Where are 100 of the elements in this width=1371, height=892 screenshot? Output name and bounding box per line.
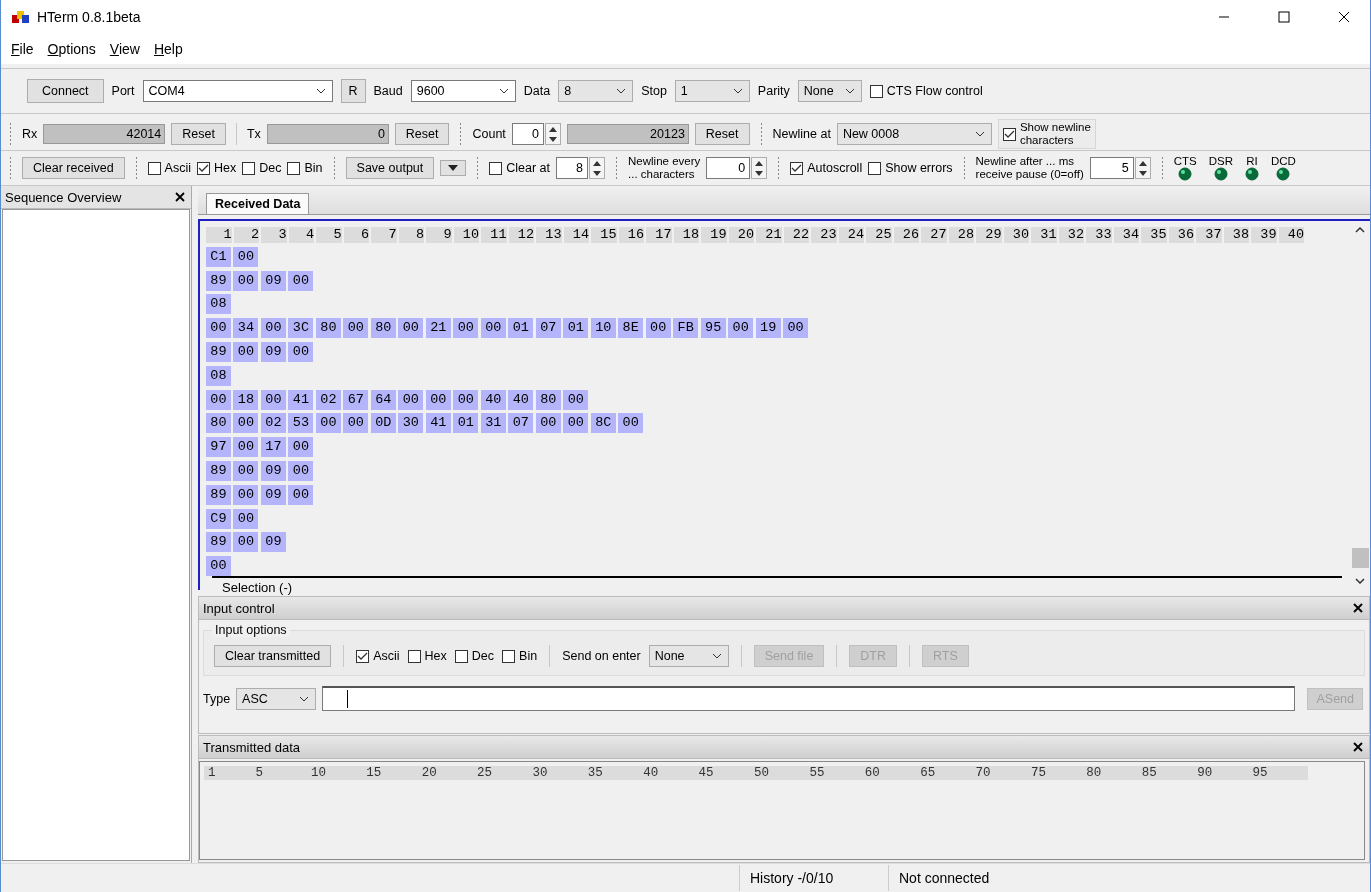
close-icon[interactable] — [175, 192, 185, 202]
reset-button[interactable]: Reset — [171, 123, 226, 145]
menu-item[interactable]: View — [109, 41, 140, 57]
checkmark-icon — [1003, 129, 1015, 139]
byte-cell: 10 — [590, 318, 616, 339]
count-field[interactable]: 0 — [511, 123, 544, 145]
chevron-down-icon — [299, 695, 310, 702]
toolbar-grip[interactable] — [9, 122, 12, 146]
close-icon[interactable] — [1338, 11, 1350, 23]
checkmark-icon — [791, 163, 803, 173]
show-newline-checkbox[interactable]: Show newline characters — [997, 119, 1096, 149]
close-icon[interactable] — [1353, 742, 1363, 752]
format-checkbox[interactable]: Hex — [407, 649, 447, 663]
spin-buttons[interactable] — [544, 123, 561, 145]
format-checkbox[interactable]: Bin — [287, 161, 323, 175]
byte-cell: 40 — [508, 389, 534, 410]
byte-cell: 89 — [206, 460, 231, 481]
received-data-tab[interactable]: Received Data — [206, 193, 310, 214]
rx-label: Rx — [22, 127, 38, 141]
column-number: 24 — [838, 227, 864, 243]
column-number: 19 — [701, 227, 727, 243]
newline-every-field[interactable]: 0 — [706, 157, 751, 179]
byte-cell: 80 — [370, 318, 396, 339]
menu-item[interactable]: Help — [153, 41, 183, 57]
menu-item[interactable]: Options — [47, 41, 96, 57]
toolbar-grip[interactable] — [476, 156, 480, 180]
byte-cell: 17 — [260, 437, 286, 458]
maximize-icon[interactable] — [1278, 11, 1290, 23]
spin-up-icon — [593, 160, 602, 166]
column-number: 15 — [591, 227, 617, 243]
clear-at-field[interactable]: 8 — [556, 157, 589, 179]
byte-cell: 00 — [398, 318, 424, 339]
toolbar-grip[interactable] — [134, 156, 138, 180]
port-dropdown[interactable]: COM4 — [142, 80, 333, 102]
reset-button[interactable]: Reset — [694, 123, 750, 145]
reset-button[interactable]: Reset — [394, 123, 450, 145]
send-input-field[interactable] — [322, 686, 1296, 711]
byte-cell: 67 — [343, 389, 369, 410]
scroll-up-icon — [1355, 227, 1365, 233]
send-on-enter-dropdown[interactable]: None — [648, 645, 729, 667]
format-checkbox[interactable]: Ascii — [147, 161, 191, 175]
format-checkbox[interactable]: Bin — [502, 649, 538, 663]
connect-button[interactable]: Connect — [27, 79, 104, 103]
autoscroll-checkbox[interactable]: Autoscroll — [790, 161, 863, 175]
column-number: 21 — [756, 227, 782, 243]
format-checkbox[interactable]: Hex — [197, 161, 237, 175]
scroll-thumb[interactable] — [1351, 548, 1369, 568]
type-dropdown[interactable]: ASC — [236, 687, 317, 710]
led-icon — [1213, 167, 1228, 181]
show-errors-checkbox[interactable]: Show errors — [868, 161, 953, 175]
toolbar-grip[interactable] — [777, 156, 781, 180]
menu-item[interactable]: File — [11, 41, 34, 57]
column-number: 25 — [866, 227, 892, 243]
byte-cell: 64 — [370, 389, 396, 410]
byte-cell: 00 — [398, 389, 424, 410]
newline-at-label: Newline at — [772, 127, 831, 141]
clear-received-button[interactable]: Clear received — [22, 157, 125, 179]
format-checkbox[interactable]: Dec — [454, 649, 495, 663]
newline-after-field[interactable]: 5 — [1089, 157, 1134, 179]
baud-dropdown[interactable]: 9600 — [410, 80, 516, 102]
byte-cell: FB — [673, 318, 699, 339]
toolbar-grip[interactable] — [962, 156, 966, 180]
format-checkbox[interactable]: Dec — [242, 161, 282, 175]
spin-buttons[interactable] — [1134, 157, 1151, 179]
spin-buttons[interactable] — [751, 157, 768, 179]
cts-flow-checkbox[interactable]: CTS Flow control — [869, 84, 983, 98]
panel-title: Sequence Overview — [5, 189, 122, 205]
toolbar-grip[interactable] — [615, 156, 619, 180]
parity-dropdown[interactable]: None — [797, 80, 862, 102]
byte-cell: 8E — [618, 318, 644, 339]
spin-up-icon — [755, 160, 764, 166]
ruler-number: 35 — [587, 766, 604, 780]
spin-down-icon — [755, 170, 764, 176]
format-checkbox[interactable]: Ascii — [356, 649, 400, 663]
column-number: 2 — [233, 227, 259, 243]
stop-bits-dropdown[interactable]: 1 — [674, 80, 750, 102]
column-number: 22 — [783, 227, 809, 243]
toolbar-grip[interactable] — [9, 156, 12, 180]
byte-cell: 41 — [288, 389, 314, 410]
toolbar-grip[interactable] — [459, 122, 463, 146]
byte-cell: 3C — [288, 318, 314, 339]
toolbar-grip[interactable] — [759, 122, 763, 146]
clear-transmitted-button[interactable]: Clear transmitted — [214, 645, 332, 667]
data-bits-dropdown[interactable]: 8 — [558, 80, 634, 102]
window-title: HTerm 0.8.1beta — [37, 9, 141, 25]
refresh-button[interactable]: R — [340, 79, 366, 103]
clear-at-checkbox[interactable]: Clear at — [489, 161, 551, 175]
close-icon[interactable] — [1353, 603, 1363, 613]
byte-cell: 00 — [233, 246, 259, 267]
save-output-button[interactable]: Save output — [345, 157, 435, 179]
toolbar-grip[interactable] — [332, 156, 336, 180]
column-number: 28 — [948, 227, 974, 243]
toolbar-grip[interactable] — [1160, 156, 1164, 180]
column-number: 17 — [646, 227, 672, 243]
column-number: 32 — [1058, 227, 1084, 243]
spin-buttons[interactable] — [589, 157, 606, 179]
newline-at-dropdown[interactable]: New 0008 — [836, 123, 992, 145]
group-label: Input options — [212, 623, 290, 637]
panel-title: Transmitted data — [203, 739, 301, 755]
save-menu-button[interactable] — [440, 160, 467, 176]
